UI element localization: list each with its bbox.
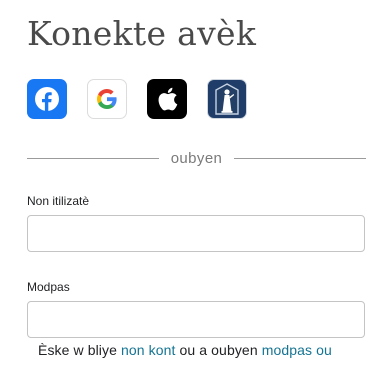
divider-text: oubyen <box>170 149 223 167</box>
divider-line-right <box>234 157 366 159</box>
username-label: Non itilizatè <box>27 194 90 208</box>
forgot-middle: ou a oubyen <box>179 342 258 358</box>
forgot-prefix: Èske w bliye <box>38 342 118 358</box>
church-login-button[interactable] <box>207 79 247 119</box>
password-label: Modpas <box>27 280 70 294</box>
forgot-username-link[interactable]: non kont <box>121 342 176 358</box>
facebook-icon <box>35 87 59 111</box>
google-icon <box>97 89 117 109</box>
forgot-credentials-text: Èske w bliye non kont ou a oubyen modpas… <box>38 342 332 358</box>
google-login-button[interactable] <box>87 79 127 119</box>
church-statue-icon <box>215 83 239 115</box>
divider-line-left <box>27 157 159 159</box>
or-divider: oubyen <box>27 148 366 168</box>
page-title: Konekte avèk <box>27 14 257 53</box>
forgot-password-link[interactable]: modpas ou <box>262 342 332 358</box>
apple-login-button[interactable] <box>147 79 187 119</box>
username-input[interactable] <box>27 215 365 252</box>
social-login-row <box>27 79 247 119</box>
apple-icon <box>158 87 178 111</box>
password-input[interactable] <box>27 301 365 338</box>
facebook-login-button[interactable] <box>27 79 67 119</box>
